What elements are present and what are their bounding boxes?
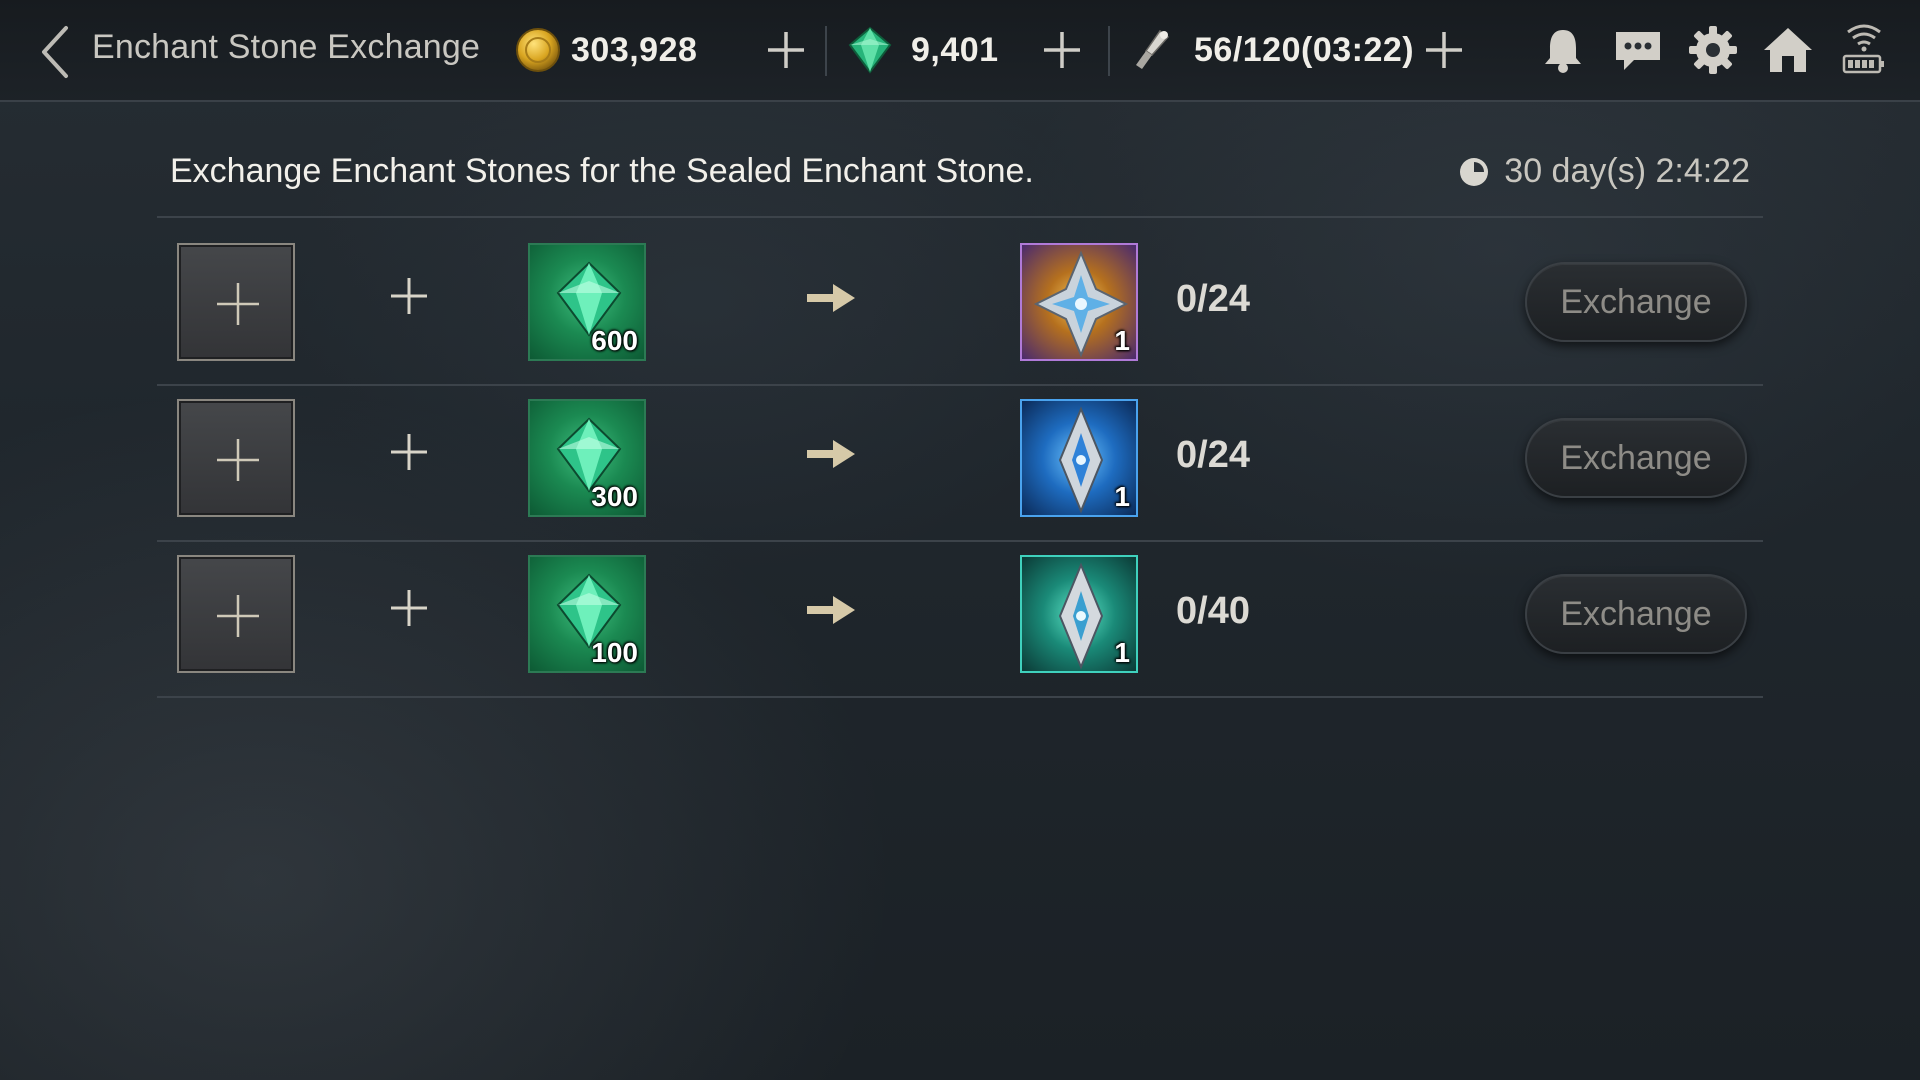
gem-icon: [848, 26, 892, 74]
sealed-enchant-stone-reward[interactable]: 1: [1020, 399, 1138, 517]
stamina-amount: 56/120(03:22): [1194, 30, 1415, 69]
cost-amount: 300: [591, 481, 638, 512]
stamina-currency: 56/120(03:22): [1130, 22, 1414, 78]
back-arrow-icon[interactable]: [36, 24, 76, 80]
plus-icon: [217, 283, 259, 325]
separator: [1108, 26, 1110, 76]
home-icon[interactable]: [1760, 22, 1816, 78]
gem-amount: 9,401: [911, 30, 999, 69]
exchange-button[interactable]: Exchange: [1525, 262, 1747, 342]
reward-quantity: 1: [1114, 325, 1130, 356]
plus-icon: [217, 439, 259, 481]
sealed-enchant-stone-reward[interactable]: 1: [1020, 243, 1138, 361]
timer-text: 30 day(s) 2:4:22: [1504, 152, 1750, 190]
stamina-icon: [1136, 29, 1170, 69]
exchange-count: 0/24: [1176, 434, 1250, 476]
plus-icon: [391, 278, 427, 314]
reward-quantity: 1: [1114, 481, 1130, 512]
wifi-icon: [1842, 24, 1884, 74]
separator: [825, 26, 827, 76]
arrow-right-icon: [807, 596, 855, 624]
exchange-row-1: 600 1 0/24 Exchange: [157, 218, 1763, 374]
exchange-description: Exchange Enchant Stones for the Sealed E…: [170, 152, 1034, 190]
arrow-right-icon: [807, 440, 855, 468]
gear-icon[interactable]: [1685, 22, 1741, 78]
gem-currency: 9,401: [845, 22, 999, 78]
exchange-row-2: 300 1 0/24 Exchange: [157, 374, 1763, 530]
chat-icon[interactable]: [1610, 22, 1666, 78]
sealed-enchant-stone-reward[interactable]: 1: [1020, 555, 1138, 673]
divider: [157, 696, 1763, 698]
reward-quantity: 1: [1114, 637, 1130, 668]
add-gems-button[interactable]: [1040, 28, 1084, 72]
gold-amount: 303,928: [571, 30, 698, 69]
arrow-right-icon: [807, 284, 855, 312]
material-slot[interactable]: [177, 243, 295, 361]
add-stamina-button[interactable]: [1422, 28, 1466, 72]
page-title: Enchant Stone Exchange: [92, 28, 481, 66]
plus-icon: [391, 590, 427, 626]
exchange-count: 0/24: [1176, 278, 1250, 320]
exchange-button[interactable]: Exchange: [1525, 574, 1747, 654]
material-slot[interactable]: [177, 555, 295, 673]
add-gold-button[interactable]: [764, 28, 808, 72]
gold-coin-icon: [516, 28, 560, 72]
enchant-stone-cost: 300: [528, 399, 646, 517]
gold-currency: 303,928: [515, 22, 697, 78]
enchant-stone-cost: 100: [528, 555, 646, 673]
enchant-stone-cost: 600: [528, 243, 646, 361]
plus-icon: [391, 434, 427, 470]
clock-icon: [1460, 157, 1489, 186]
top-bar: Enchant Stone Exchange 303,928 9,401 56/…: [0, 0, 1920, 102]
event-timer: 30 day(s) 2:4:22: [1458, 152, 1750, 191]
cost-amount: 600: [591, 325, 638, 356]
plus-icon: [217, 595, 259, 637]
exchange-count: 0/40: [1176, 590, 1250, 632]
material-slot[interactable]: [177, 399, 295, 517]
exchange-row-3: 100 1 0/40 Exchange: [157, 530, 1763, 686]
exchange-button[interactable]: Exchange: [1525, 418, 1747, 498]
cost-amount: 100: [591, 637, 638, 668]
battery-icon: [1842, 54, 1884, 74]
bell-icon[interactable]: [1535, 22, 1591, 78]
